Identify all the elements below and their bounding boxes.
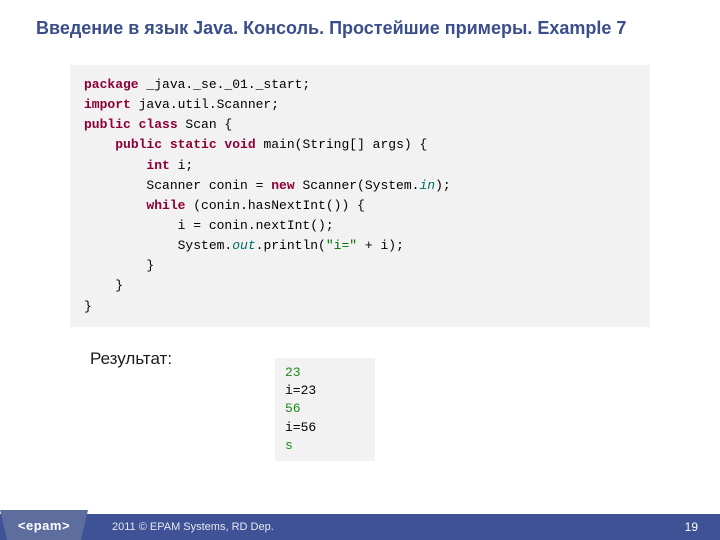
keyword: package <box>84 77 139 92</box>
console-output: 23 i=23 56 i=56 s <box>275 358 375 461</box>
console-line: i=23 <box>285 383 316 398</box>
keyword: public static void <box>115 137 255 152</box>
code-text: i; <box>170 158 193 173</box>
footer: <epam> 2011 © EPAM Systems, RD Dep. 19 <box>0 514 720 540</box>
keyword: import <box>84 97 131 112</box>
code-text: _java._se._01._start; <box>139 77 311 92</box>
result-label: Результат: <box>90 349 720 369</box>
console-line: i=56 <box>285 420 316 435</box>
epam-logo: <epam> <box>0 510 88 540</box>
code-block: package _java._se._01._start; import jav… <box>70 65 650 327</box>
code-text: ); <box>435 178 451 193</box>
code-text: Scan { <box>178 117 233 132</box>
keyword: while <box>146 198 185 213</box>
page-number: 19 <box>685 520 698 534</box>
code-text: .println( <box>256 238 326 253</box>
code-text: } <box>84 278 123 293</box>
static-field: out <box>232 238 255 253</box>
code-text: + i); <box>357 238 404 253</box>
string-literal: "i=" <box>326 238 357 253</box>
console-input: 23 <box>285 365 301 380</box>
console-input: s <box>285 438 293 453</box>
code-text: i = conin.nextInt(); <box>84 218 334 233</box>
keyword: int <box>146 158 169 173</box>
static-field: in <box>419 178 435 193</box>
code-text: main(String[] args) { <box>256 137 428 152</box>
code-text: } <box>84 299 92 314</box>
console-input: 56 <box>285 401 301 416</box>
code-text: Scanner(System. <box>295 178 420 193</box>
code-text: } <box>84 258 154 273</box>
code-text: java.util.Scanner; <box>131 97 279 112</box>
slide-title: Введение в язык Java. Консоль. Простейши… <box>0 0 720 39</box>
keyword: public class <box>84 117 178 132</box>
code-text: (conin.hasNextInt()) { <box>185 198 364 213</box>
code-text: Scanner conin = <box>84 178 271 193</box>
keyword: new <box>271 178 294 193</box>
footer-copyright: 2011 © EPAM Systems, RD Dep. <box>112 521 274 533</box>
code-text: System. <box>84 238 232 253</box>
